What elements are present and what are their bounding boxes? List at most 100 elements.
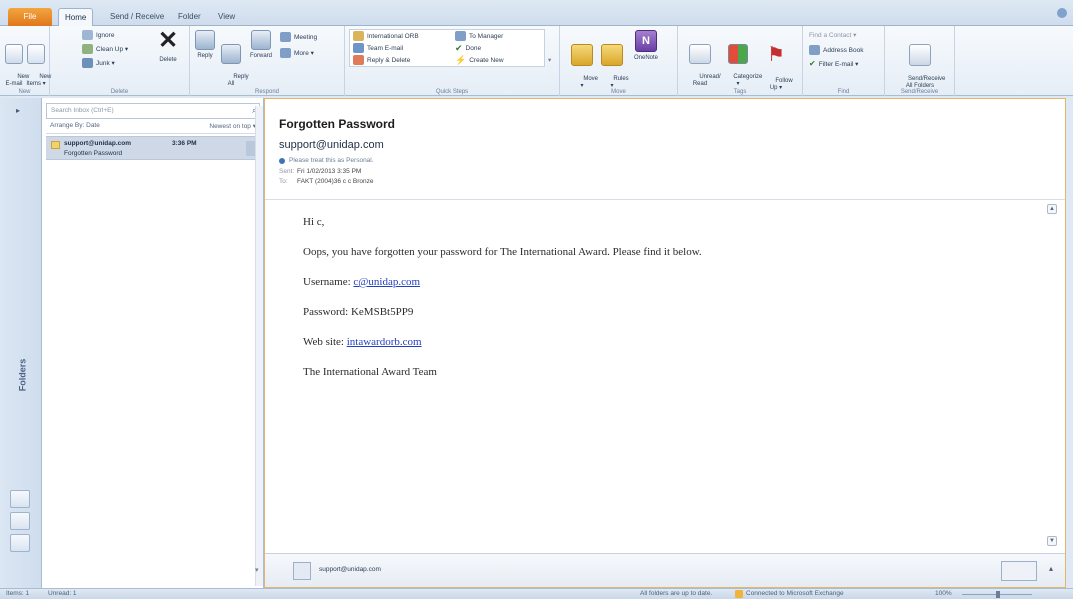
new-items-label: New Items ▾ xyxy=(26,74,52,87)
status-folders: All folders are up to date. xyxy=(640,590,713,597)
clean-up-label: Clean Up ▾ xyxy=(96,46,129,53)
unread-read-button[interactable]: Unread/ Read xyxy=(686,30,721,95)
tab-home[interactable]: Home xyxy=(58,8,94,26)
body-greeting: Hi c, xyxy=(303,216,325,228)
group-delete-label: Delete xyxy=(110,89,129,95)
to-value[interactable]: FAKT (2004)36 c c Bronze xyxy=(297,178,373,185)
find-contact-box[interactable]: Find a Contact ▾ xyxy=(809,31,856,39)
people-pane-thumbnails[interactable] xyxy=(1001,561,1037,581)
tab-file[interactable]: File xyxy=(8,8,52,26)
sent-row: Sent: Fri 1/02/2013 3:35 PM xyxy=(279,168,361,175)
password-label: Password: xyxy=(303,306,351,318)
calendar-nav-icon[interactable] xyxy=(10,512,30,530)
group-respond: Reply Reply All Forward Meeting More ▾ R… xyxy=(190,26,345,96)
quickstep-create-new[interactable]: ⚡ Create New xyxy=(455,55,504,66)
sort-order-label[interactable]: Newest on top ▾ xyxy=(209,122,256,133)
tab-send-receive[interactable]: Send / Receive xyxy=(104,8,170,26)
quickstep-done-label: Done xyxy=(465,45,482,52)
help-icon[interactable] xyxy=(1057,8,1067,18)
delete-button[interactable]: ✕ Delete xyxy=(154,29,182,64)
search-inbox-input[interactable]: Search Inbox (Ctrl+E) ⌕ xyxy=(46,103,260,119)
send-receive-all-button[interactable]: Send/Receive All Folders xyxy=(891,30,949,97)
new-email-button[interactable]: New E-mail xyxy=(4,30,29,95)
list-scroll-down-icon[interactable]: ▾ xyxy=(255,566,259,574)
reply-all-label: Reply All xyxy=(227,74,249,87)
quickstep-international[interactable]: International ORB xyxy=(353,31,419,41)
checkmark-icon: ✔ xyxy=(455,43,463,53)
group-new: New E-mail New Items ▾ New xyxy=(0,26,51,96)
reply-all-button[interactable]: Reply All xyxy=(220,30,249,95)
new-items-button[interactable]: New Items ▾ xyxy=(26,30,51,95)
username-link[interactable]: c@unidap.com xyxy=(353,276,420,288)
scroll-up-icon[interactable]: ▲ xyxy=(1047,204,1057,214)
message-list-pane: Search Inbox (Ctrl+E) ⌕ Arrange By: Date… xyxy=(42,98,264,588)
categorize-icon xyxy=(728,44,748,64)
expand-nav-icon[interactable]: ▸ xyxy=(16,106,20,115)
zoom-level[interactable]: 100% xyxy=(935,590,952,597)
tab-view[interactable]: View xyxy=(212,8,241,26)
address-book-button[interactable]: Address Book xyxy=(809,45,863,55)
ignore-button[interactable]: Ignore xyxy=(82,30,114,40)
zoom-slider-thumb[interactable] xyxy=(996,591,1000,598)
categorize-button[interactable]: Categorize ▾ xyxy=(720,30,762,95)
quickstep-done[interactable]: ✔ Done xyxy=(455,43,481,54)
contacts-nav-icon[interactable] xyxy=(10,534,30,552)
arrange-by-bar[interactable]: Arrange By: Date Newest on top ▾ xyxy=(46,122,260,134)
move-label: Move ▾ xyxy=(580,76,599,89)
junk-button[interactable]: Junk ▾ xyxy=(82,58,115,68)
contact-photo-icon[interactable] xyxy=(293,562,311,580)
quick-steps-more-arrow[interactable]: ▾ xyxy=(548,56,551,64)
onenote-button[interactable]: N OneNote xyxy=(630,30,662,62)
filter-email-button[interactable]: ✔ Filter E-mail ▾ xyxy=(809,59,858,68)
username-label: Username: xyxy=(303,276,354,288)
group-send-receive-label: Send/Receive xyxy=(900,89,939,95)
send-receive-all-label: Send/Receive All Folders xyxy=(905,76,946,89)
reply-button[interactable]: Reply xyxy=(194,30,216,60)
mail-nav-icon[interactable] xyxy=(10,490,30,508)
people-pane-expand-icon[interactable]: ▴ xyxy=(1049,564,1053,573)
message-list-item[interactable]: support@unidap.com 3:36 PM Forgotten Pas… xyxy=(46,136,260,160)
quickstep-reply-delete-label: Reply & Delete xyxy=(367,56,411,64)
forward-button[interactable]: Forward xyxy=(246,30,276,60)
message-sender[interactable]: support@unidap.com xyxy=(279,139,384,151)
body-website: Web site: intawardorb.com xyxy=(303,336,422,348)
website-link[interactable]: intawardorb.com xyxy=(347,336,422,348)
move-button[interactable]: Move ▾ xyxy=(570,30,598,97)
body-username: Username: c@unidap.com xyxy=(303,276,420,288)
reply-label: Reply xyxy=(197,53,213,59)
quickstep-reply-delete-icon xyxy=(353,55,364,65)
find-contact-label: Find a Contact ▾ xyxy=(809,32,857,39)
quickstep-team-email-icon xyxy=(353,43,364,53)
tab-folder[interactable]: Folder xyxy=(172,8,207,26)
quickstep-to-manager[interactable]: To Manager xyxy=(455,31,503,41)
list-scrollbar[interactable] xyxy=(255,106,263,586)
rules-button[interactable]: Rules ▾ xyxy=(600,30,629,97)
rules-icon xyxy=(601,44,623,66)
arrange-by-label[interactable]: Arrange By: Date xyxy=(50,122,100,133)
message-body: Hi c, Oops, you have forgotten your pass… xyxy=(265,199,1065,549)
scroll-down-icon[interactable]: ▼ xyxy=(1047,536,1057,546)
group-find-label: Find xyxy=(837,89,850,95)
people-pane-name[interactable]: support@unidap.com xyxy=(319,566,381,573)
categorize-label: Categorize ▾ xyxy=(733,74,763,87)
quickstep-reply-delete[interactable]: Reply & Delete xyxy=(353,55,410,65)
website-label: Web site: xyxy=(303,336,347,348)
clean-up-icon xyxy=(82,44,93,54)
navigation-pane: ▸ Folders xyxy=(0,98,42,588)
new-email-icon xyxy=(5,44,23,64)
group-tags-label: Tags xyxy=(733,89,747,95)
quickstep-create-new-label: Create New xyxy=(469,57,504,64)
folders-label[interactable]: Folders xyxy=(17,359,27,392)
reading-pane: Forgotten Password support@unidap.com Pl… xyxy=(264,98,1066,588)
clean-up-button[interactable]: Clean Up ▾ xyxy=(82,44,128,54)
ribbon-tab-strip: File Home Send / Receive Folder View xyxy=(0,0,1073,26)
people-pane: support@unidap.com ▴ xyxy=(265,553,1065,587)
unread-read-label: Unread/ Read xyxy=(692,74,721,87)
more-icon xyxy=(280,48,291,58)
reply-icon xyxy=(195,30,215,50)
rules-label: Rules ▾ xyxy=(610,76,629,89)
more-respond-button[interactable]: More ▾ xyxy=(280,48,314,58)
quickstep-team-email[interactable]: Team E-mail xyxy=(353,43,403,53)
meeting-button[interactable]: Meeting xyxy=(280,32,317,42)
exchange-status-icon xyxy=(735,590,743,598)
